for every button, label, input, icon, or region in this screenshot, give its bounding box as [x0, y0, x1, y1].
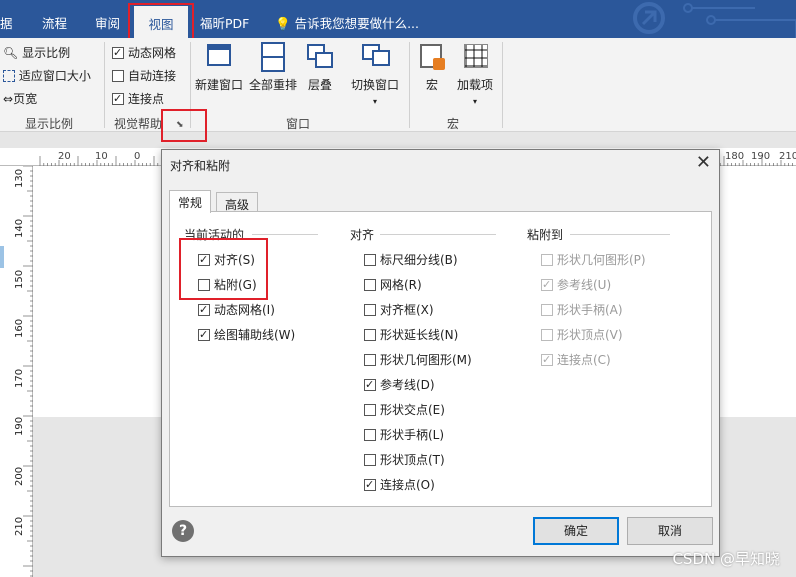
- group-separator: [502, 42, 503, 128]
- fit-window-label: 适应窗口大小: [18, 69, 91, 83]
- decorative-circuit-icon: [633, 2, 796, 38]
- lightbulb-icon: 💡: [275, 16, 291, 31]
- glue-shape-vertices-checkbox: 形状顶点(V): [541, 326, 623, 343]
- switch-window-icon: [360, 42, 390, 72]
- drawing-aids-checkbox[interactable]: 绘图辅助线(W): [198, 326, 295, 343]
- shape-intersections-checkbox[interactable]: 形状交点(E): [364, 401, 445, 418]
- dynamic-grid-checkbox[interactable]: 动态网格(I): [198, 301, 275, 318]
- zoom-icon: 🔍︎: [3, 46, 19, 60]
- ruler-number: 200: [14, 466, 25, 486]
- shape-geometry-checkbox[interactable]: 形状几何图形(M): [364, 351, 472, 368]
- highlight-dialog-launcher: [161, 109, 207, 142]
- ruler-number: 150: [14, 269, 25, 289]
- section-title-glue-to: 粘附到: [527, 228, 564, 242]
- group-label-zoom: 显示比例: [25, 117, 74, 131]
- ruler-number: 190: [751, 151, 771, 162]
- auto-connect-checkbox[interactable]: 自动连接: [112, 67, 176, 84]
- switch-window-button[interactable]: 切换窗口 ▾: [348, 42, 402, 107]
- cascade-button[interactable]: 层叠: [302, 42, 338, 93]
- alignment-box-checkbox[interactable]: 对齐框(X): [364, 301, 434, 318]
- arrange-all-icon: [258, 42, 288, 72]
- page-width-label: 页宽: [13, 92, 38, 106]
- divider: [252, 234, 318, 235]
- group-label-visual-aids: 视觉帮助: [114, 117, 163, 131]
- tab-process[interactable]: 流程: [42, 13, 67, 32]
- group-separator: [409, 42, 410, 128]
- ruler-marker: [0, 246, 4, 268]
- glue-guides-checkbox: 参考线(U): [541, 276, 611, 293]
- add-ins-button[interactable]: 加载项 ▾: [454, 42, 496, 107]
- grid-checkbox[interactable]: 网格(R): [364, 276, 422, 293]
- tab-foxit-pdf[interactable]: 福昕PDF: [200, 13, 249, 32]
- shape-handles-checkbox[interactable]: 形状手柄(L): [364, 426, 444, 443]
- new-window-button[interactable]: 新建窗口: [194, 42, 244, 93]
- tab-general[interactable]: 常规: [169, 190, 212, 213]
- new-window-icon: [204, 42, 234, 72]
- zoom-button[interactable]: 🔍︎ 显示比例: [3, 44, 70, 61]
- shape-vertices-checkbox[interactable]: 形状顶点(T): [364, 451, 445, 468]
- page-width-icon: ⇔: [3, 92, 14, 106]
- group-separator: [104, 42, 105, 128]
- ruler-number: 170: [14, 368, 25, 388]
- add-ins-icon: [460, 42, 490, 72]
- guides-checkbox[interactable]: 参考线(D): [364, 376, 435, 393]
- ribbon-tab-bar: 据 流程 审阅 视图 福昕PDF 💡 告诉我您想要做什么...: [0, 0, 796, 38]
- ruler-number: 20: [58, 151, 71, 162]
- ruler-number: 130: [14, 168, 25, 188]
- ruler-number: 180: [725, 151, 745, 162]
- fit-window-icon: [3, 70, 15, 82]
- ruler-number: 140: [14, 218, 25, 238]
- connection-points-checkbox[interactable]: 连接点: [112, 90, 164, 107]
- shape-extensions-checkbox[interactable]: 形状延长线(N): [364, 326, 458, 343]
- dynamic-grid-checkbox[interactable]: 动态网格: [112, 44, 176, 61]
- dialog-title: 对齐和粘附: [170, 159, 231, 173]
- highlight-snap-glue-options: [179, 238, 268, 300]
- glue-connection-points-checkbox: 连接点(C): [541, 351, 611, 368]
- glue-shape-handles-checkbox: 形状手柄(A): [541, 301, 623, 318]
- ok-button[interactable]: 确定: [533, 517, 619, 545]
- macro-button[interactable]: 宏: [414, 42, 450, 93]
- macro-icon: [417, 42, 447, 72]
- cancel-button[interactable]: 取消: [627, 517, 713, 545]
- cascade-icon: [305, 42, 335, 72]
- ruler-number: 10: [95, 151, 108, 162]
- divider: [570, 234, 670, 235]
- ruler-number: 210: [14, 516, 25, 536]
- ruler-number: 0: [134, 151, 141, 162]
- section-title-align: 对齐: [350, 228, 375, 242]
- fit-window-button[interactable]: 适应窗口大小: [3, 67, 91, 84]
- highlight-view-tab: [128, 3, 194, 41]
- tab-review[interactable]: 审阅: [95, 13, 120, 32]
- glue-shape-geometry-checkbox: 形状几何图形(P): [541, 251, 646, 268]
- ruler-subdivisions-checkbox[interactable]: 标尺细分线(B): [364, 251, 458, 268]
- watermark-text: CSDN @早知晓: [672, 550, 780, 568]
- ruler-number: 190: [14, 416, 25, 436]
- arrange-all-button[interactable]: 全部重排: [247, 42, 299, 93]
- snap-glue-dialog: 对齐和粘附 ✕ 常规 高级 当前活动的 对齐(S) 粘附(G) 动态网格(I) …: [161, 149, 720, 557]
- group-label-macro: 宏: [447, 117, 460, 131]
- tell-me-search[interactable]: 💡 告诉我您想要做什么...: [275, 13, 419, 32]
- ribbon-body: 🔍︎ 显示比例 适应窗口大小 ⇔页宽 显示比例 动态网格 自动连接 连接点 视觉…: [0, 38, 796, 132]
- tell-me-text: 告诉我您想要做什么...: [294, 16, 419, 31]
- page-width-button[interactable]: ⇔页宽: [3, 90, 37, 107]
- connection-points-checkbox[interactable]: 连接点(O): [364, 476, 435, 493]
- ruler-number: 210: [779, 151, 796, 162]
- ruler-number: 160: [14, 318, 25, 338]
- help-icon[interactable]: ?: [172, 520, 194, 542]
- zoom-label: 显示比例: [22, 46, 71, 60]
- close-icon[interactable]: ✕: [696, 152, 711, 173]
- divider: [380, 234, 496, 235]
- group-label-window: 窗口: [286, 117, 311, 131]
- tab-data[interactable]: 据: [0, 13, 13, 32]
